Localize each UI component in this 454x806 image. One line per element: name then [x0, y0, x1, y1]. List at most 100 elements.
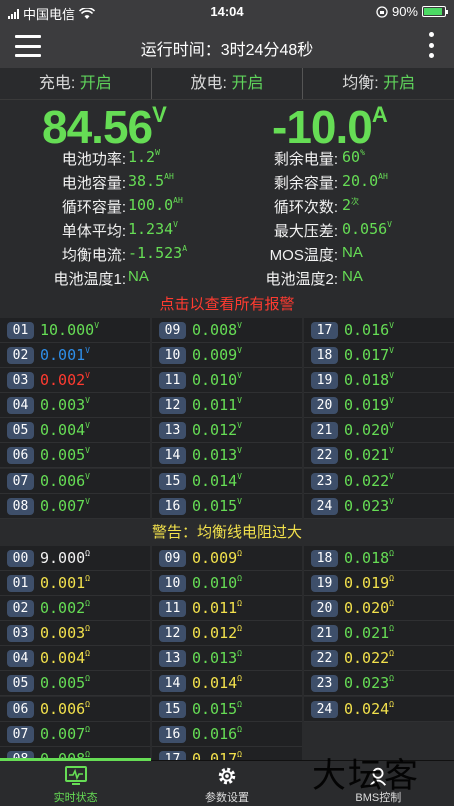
- cell-unit: Ω: [237, 599, 242, 609]
- resistance-cell: 22 0.022Ω: [304, 646, 454, 672]
- cell-value-text: 0.024: [344, 699, 390, 718]
- stat-unit: A: [182, 244, 188, 253]
- voltage-cell: 02 0.001V: [0, 343, 150, 369]
- charge-switch[interactable]: 充电: 开启: [0, 68, 152, 99]
- cell-unit: Ω: [237, 574, 242, 584]
- cell-value: 0.021Ω: [344, 624, 394, 642]
- cell-index-badge: 18: [311, 347, 338, 365]
- cell-value: 0.007V: [40, 497, 90, 515]
- cell-unit: V: [389, 446, 394, 456]
- resistance-cell: 24 0.024Ω: [304, 696, 454, 722]
- cell-index-badge: 03: [7, 625, 34, 643]
- stat-value-text: 0.056: [342, 220, 388, 238]
- total-voltage: 84.56V: [42, 101, 167, 153]
- voltage-cell: 20 0.019V: [304, 393, 454, 419]
- balance-switch[interactable]: 均衡: 开启: [303, 68, 454, 99]
- cell-unit: Ω: [237, 624, 242, 634]
- voltage-cell: 07 0.006V: [0, 468, 150, 494]
- discharge-switch[interactable]: 放电: 开启: [152, 68, 304, 99]
- stat-value: NA: [128, 268, 149, 285]
- cell-resistance-grid: 00 9.000Ω 01 0.001Ω 02 0.002Ω 03 0.003Ω 04 0.004Ω…: [0, 546, 454, 760]
- cell-value-text: 0.023: [344, 496, 390, 515]
- cell-index-badge: 09: [159, 322, 186, 339]
- total-current: -10.0A: [272, 101, 388, 153]
- cell-voltage-grid: 01 10.000V 02 0.001V 03 0.002V 04 0.003V 05 0.004…: [0, 318, 454, 520]
- cell-unit: V: [237, 471, 242, 481]
- cell-unit: V: [389, 396, 394, 406]
- cell-value: 0.013Ω: [192, 649, 242, 667]
- cell-value: 0.009V: [192, 346, 242, 364]
- stat-label: 剩余电量:: [273, 151, 338, 168]
- stat-row: 电池温度1: NA 电池温度2: NA: [0, 268, 454, 292]
- cell-value-text: 0.006: [40, 471, 86, 490]
- stat-value-text: 1.2: [128, 148, 156, 166]
- cell-index-badge: 24: [311, 497, 338, 515]
- cell-value: 0.009Ω: [192, 549, 242, 567]
- voltage-cell: 18 0.017V: [304, 343, 454, 369]
- cell-value: 0.020Ω: [344, 599, 394, 617]
- resistance-column: 18 0.018Ω 19 0.019Ω 20 0.020Ω 21 0.021Ω 22 0.022Ω…: [304, 546, 454, 722]
- cell-value: 0.006Ω: [40, 700, 90, 718]
- cell-index-badge: 08: [7, 497, 34, 515]
- cell-value-text: 0.019: [344, 574, 390, 593]
- cell-value: 0.012V: [192, 421, 242, 439]
- stat-value: 1.2W: [128, 148, 160, 166]
- voltage-cell: 03 0.002V: [0, 368, 150, 394]
- stat-value: 2次: [342, 196, 359, 214]
- stat-value-text: NA: [342, 244, 363, 261]
- cell-unit: Ω: [85, 624, 90, 634]
- view-alarms-link[interactable]: 点击以查看所有报警: [0, 294, 454, 316]
- cell-index-badge: 17: [311, 322, 338, 339]
- stat-value: 0.056V: [342, 220, 392, 238]
- cell-value: 0.013V: [192, 446, 242, 464]
- resistance-cell: 19 0.019Ω: [304, 571, 454, 597]
- cell-value-text: 0.005: [40, 446, 86, 465]
- more-options-icon[interactable]: [428, 32, 434, 58]
- cell-value-text: 0.011: [192, 599, 238, 618]
- cell-unit: V: [237, 346, 242, 356]
- resistance-cell: 01 0.001Ω: [0, 571, 150, 597]
- cell-value-text: 0.017: [344, 346, 390, 365]
- tab-realtime-label: 实时状态: [53, 792, 98, 804]
- cell-value-text: 0.016: [344, 321, 390, 339]
- voltage-column: 17 0.016V 18 0.017V 19 0.018V 20 0.019V 21 0.020V…: [304, 318, 454, 519]
- cell-unit: Ω: [389, 549, 394, 558]
- stat-value-text: 100.0: [128, 196, 174, 214]
- stat-label: 循环次数:: [273, 199, 338, 216]
- tab-settings[interactable]: 参数设置: [151, 761, 302, 806]
- cell-unit: Ω: [389, 574, 394, 584]
- resistance-cell: 02 0.002Ω: [0, 596, 150, 622]
- cell-value: 0.023Ω: [344, 674, 394, 692]
- cell-value: 0.002V: [40, 371, 90, 389]
- cell-value: 0.024Ω: [344, 700, 394, 718]
- cell-value-text: 0.001: [40, 346, 86, 365]
- cell-value-text: 9.000: [40, 549, 86, 567]
- voltage-cell: 23 0.022V: [304, 468, 454, 494]
- cell-unit: Ω: [85, 674, 90, 684]
- cell-value-text: 0.018: [344, 549, 390, 567]
- resistance-cell: 18 0.018Ω: [304, 546, 454, 571]
- cell-unit: V: [85, 496, 90, 506]
- stat-row: 单体平均: 1.234V 最大压差: 0.056V: [0, 220, 454, 244]
- stat-value-text: 20.0: [342, 172, 379, 190]
- cell-index-badge: 07: [7, 725, 34, 743]
- tab-realtime[interactable]: 实时状态: [0, 758, 152, 806]
- cell-index-badge: 02: [7, 600, 34, 618]
- stat-value: 1.234V: [128, 220, 178, 238]
- stat-unit: V: [173, 220, 178, 229]
- resistance-cell: 06 0.006Ω: [0, 696, 150, 722]
- cell-unit: V: [389, 371, 394, 381]
- cell-value-text: 10.000: [40, 321, 95, 339]
- cell-value-text: 0.007: [40, 724, 86, 743]
- cell-value: 0.007Ω: [40, 725, 90, 743]
- cell-value: 0.004V: [40, 421, 90, 439]
- resistance-cell: 12 0.012Ω: [152, 621, 302, 647]
- gear-icon: [218, 767, 236, 785]
- cell-unit: V: [237, 446, 242, 456]
- cell-value: 10.000V: [40, 321, 99, 339]
- cell-value: 0.017V: [344, 346, 394, 364]
- cell-value-text: 0.014: [192, 674, 238, 693]
- cell-value-text: 0.015: [192, 699, 238, 718]
- cell-value: 0.022Ω: [344, 649, 394, 667]
- cell-value-text: 0.010: [192, 574, 238, 593]
